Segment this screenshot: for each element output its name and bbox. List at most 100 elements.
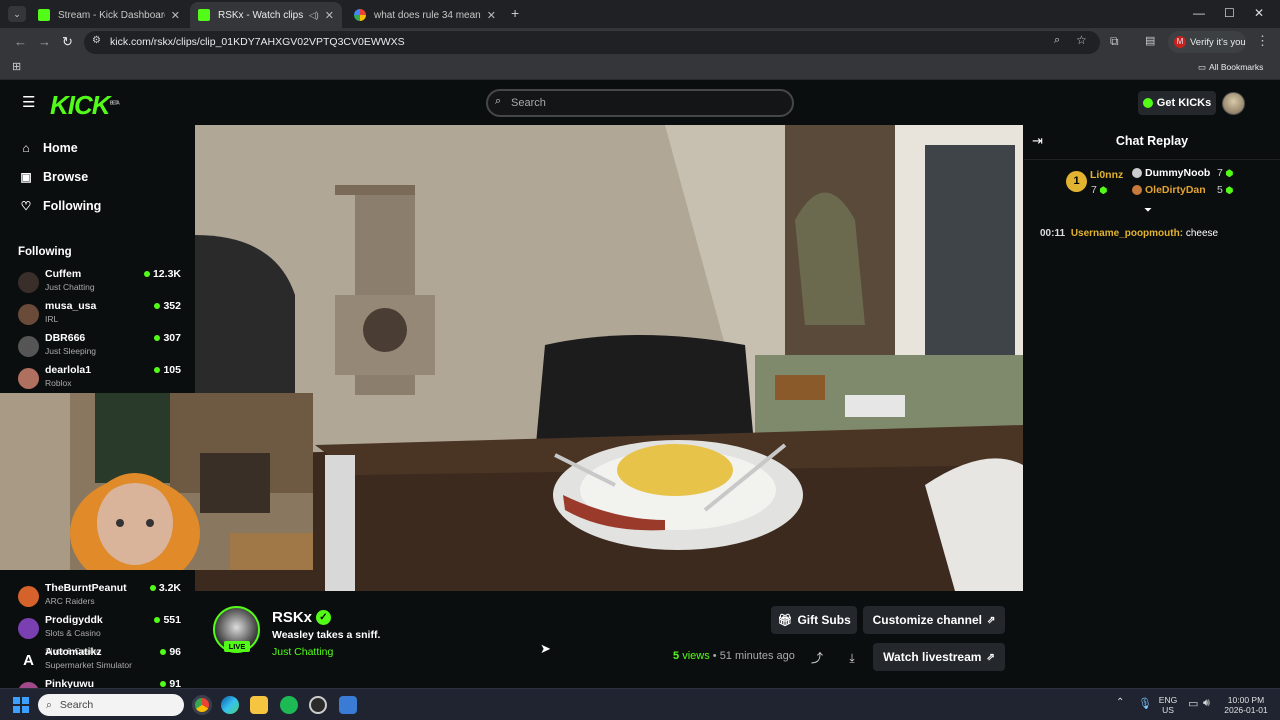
tab-search-button[interactable]: ⌄ — [8, 6, 26, 22]
zoom-icon[interactable]: ⌕ — [1054, 34, 1060, 47]
kick-header: ☰ KICKBETA ⌕ Search Get KICKs — [0, 80, 1280, 125]
clip-age: 51 minutes ago — [719, 650, 795, 662]
following-channel-row[interactable]: Pinkyuwu 91 — [18, 678, 181, 688]
maximize-icon[interactable]: ☐ — [1224, 6, 1235, 20]
taskbar-search-input[interactable]: ⌕ Search — [38, 694, 184, 716]
spotify-icon[interactable] — [280, 696, 298, 714]
clip-views: 5 views • 51 minutes ago — [673, 650, 795, 662]
following-channel-row[interactable]: A Automatikz Supermarket Simulator 96 — [18, 646, 181, 676]
tab-rskx-clips[interactable]: RSKx - Watch clips on Kick ◁) ✕ — [190, 2, 342, 28]
following-channel-row[interactable]: Prodigyddk Slots & Casino 551 — [18, 614, 181, 644]
avatar — [18, 368, 39, 389]
gift-subs-button[interactable]: 🎁︎ Gift Subs — [771, 606, 857, 634]
category-link[interactable]: Just Chatting — [272, 646, 333, 658]
get-kicks-button[interactable]: Get KICKs — [1138, 91, 1216, 115]
expand-gifters-icon[interactable]: ⏷ — [1144, 205, 1152, 216]
download-icon[interactable]: ⤓ — [842, 648, 862, 668]
clip-video-player[interactable] — [195, 125, 1023, 591]
top-gifter-rank-badge: 1 — [1066, 171, 1087, 192]
following-channel-row[interactable]: TheBurntPeanut ARC Raiders 3.2K — [18, 582, 181, 612]
forward-icon[interactable]: → — [38, 34, 51, 49]
profile-verify-button[interactable]: M Verify it's you — [1168, 31, 1246, 53]
viewer-count: 12.3K — [143, 268, 181, 280]
sidebar-item-browse[interactable]: ▣ Browse — [19, 165, 88, 189]
close-tab-icon[interactable]: ✕ — [171, 9, 180, 22]
volume-icon[interactable]: 🔊︎ — [1203, 697, 1210, 710]
bookmark-star-icon[interactable]: ☆ — [1076, 33, 1087, 47]
user-avatar[interactable] — [1222, 92, 1245, 115]
sidebar-item-following[interactable]: ♡ Following — [19, 194, 102, 218]
search-input[interactable]: ⌕ Search — [486, 89, 794, 117]
windows-taskbar: ⌕ Search ⌃ 🎙︎ ENG US ▭ 🔊︎ 10:00 PM 2026-… — [0, 688, 1280, 720]
live-badge: LIVE — [224, 641, 250, 652]
home-icon: ⌂ — [22, 141, 30, 155]
all-bookmarks-button[interactable]: ▭ All Bookmarks — [1198, 62, 1263, 73]
clock[interactable]: 10:00 PM 2026-01-01 — [1222, 695, 1270, 715]
webcam-overlay — [0, 393, 313, 570]
browser-tab-bar: ⌄ Stream - Kick Dashboard ✕ RSKx - Watch… — [0, 0, 1280, 28]
minimize-icon[interactable]: — — [1193, 6, 1205, 20]
new-tab-icon[interactable]: + — [511, 5, 519, 21]
apps-grid-icon[interactable]: ⊞ — [12, 60, 21, 73]
cast-icon[interactable]: ▤ — [1145, 34, 1155, 47]
speaker-icon[interactable]: ◁) — [309, 10, 319, 21]
kick-logo[interactable]: KICKBETA — [50, 90, 120, 121]
viewer-count: 352 — [154, 300, 181, 312]
close-tab-icon[interactable]: ✕ — [487, 9, 496, 22]
close-tab-icon[interactable]: ✕ — [325, 9, 334, 22]
share-icon[interactable]: ⤴ — [807, 648, 827, 668]
site-info-icon[interactable]: ⚙ — [92, 35, 101, 46]
chrome-icon[interactable] — [192, 695, 212, 715]
following-channel-row[interactable]: musa_usa IRL 352 — [18, 300, 181, 330]
following-heading: Following — [18, 246, 72, 258]
mouse-cursor-icon: ➤ — [540, 641, 551, 656]
viewer-count: 91 — [160, 678, 181, 688]
verified-check-icon: ✓ — [316, 610, 331, 625]
close-window-icon[interactable]: ✕ — [1254, 6, 1264, 20]
avatar — [18, 336, 39, 357]
chat-username[interactable]: Username_poopmouth: — [1071, 228, 1183, 239]
tab-kick-dashboard[interactable]: Stream - Kick Dashboard ✕ — [30, 2, 188, 28]
network-icon[interactable]: ▭ — [1188, 697, 1198, 710]
top-gifter-name[interactable]: DummyNoob — [1132, 167, 1210, 179]
channel-name[interactable]: RSKx — [272, 609, 312, 626]
edge-icon[interactable] — [221, 696, 239, 714]
windows-start-icon[interactable] — [13, 697, 29, 713]
kick-page: ☰ KICKBETA ⌕ Search Get KICKs ⌂ Home ▣ Bro… — [0, 80, 1280, 688]
heart-icon: ♡ — [20, 199, 32, 213]
chat-title: Chat Replay — [1115, 134, 1189, 148]
following-channel-row[interactable]: DBR666 Just Sleeping 307 — [18, 332, 181, 362]
bookmarks-bar: ⊞ ▭ All Bookmarks — [0, 56, 1280, 80]
app-window-icon[interactable] — [339, 696, 357, 714]
top-gifter-count: 7 — [1217, 167, 1233, 179]
following-channel-row[interactable]: dearlola1 Roblox 105 — [18, 364, 181, 394]
browser-menu-icon[interactable]: ⋮ — [1256, 33, 1269, 49]
clip-title: Weasley takes a sniff. — [272, 629, 381, 641]
browse-icon: ▣ — [20, 170, 32, 184]
avatar: A — [18, 650, 39, 671]
file-explorer-icon[interactable] — [250, 696, 268, 714]
chat-message: 00:11 Username_poopmouth: cheese — [1040, 228, 1218, 239]
hamburger-menu-icon[interactable]: ☰ — [22, 93, 35, 111]
google-favicon-icon — [354, 9, 366, 21]
url-text[interactable]: kick.com/rskx/clips/clip_01KDY7AHXGV02VP… — [110, 36, 405, 48]
watch-livestream-button[interactable]: Watch livestream ⇗ — [873, 643, 1005, 671]
clip-info: LIVE RSKx ✓ Weasley takes a sniff. Just … — [195, 593, 1023, 688]
top-gifter-name[interactable]: Li0nnz — [1090, 169, 1123, 181]
tab-google-search[interactable]: what does rule 34 mean - Goog ✕ — [346, 2, 504, 28]
customize-channel-button[interactable]: Customize channel ⇗ — [863, 606, 1005, 634]
silver-badge-icon — [1132, 168, 1142, 179]
top-gifter-name[interactable]: OleDirtyDan — [1132, 184, 1206, 196]
viewer-count: 307 — [154, 332, 181, 344]
avatar — [18, 272, 39, 293]
show-hidden-icons-icon[interactable]: ⌃ — [1116, 697, 1124, 708]
reload-icon[interactable]: ↻ — [62, 34, 73, 50]
back-icon[interactable]: ← — [14, 34, 27, 49]
obs-icon[interactable] — [309, 696, 327, 714]
omnibox[interactable]: ⚙ kick.com/rskx/clips/clip_01KDY7AHXGV02… — [84, 31, 1100, 54]
extensions-icon[interactable]: ⧉ — [1110, 34, 1119, 49]
following-channel-row[interactable]: Cuffem Just Chatting 12.3K — [18, 268, 181, 298]
microphone-icon[interactable]: 🎙︎ — [1138, 697, 1152, 710]
language-indicator[interactable]: ENG US — [1158, 695, 1178, 715]
sidebar-item-home[interactable]: ⌂ Home — [19, 136, 77, 160]
